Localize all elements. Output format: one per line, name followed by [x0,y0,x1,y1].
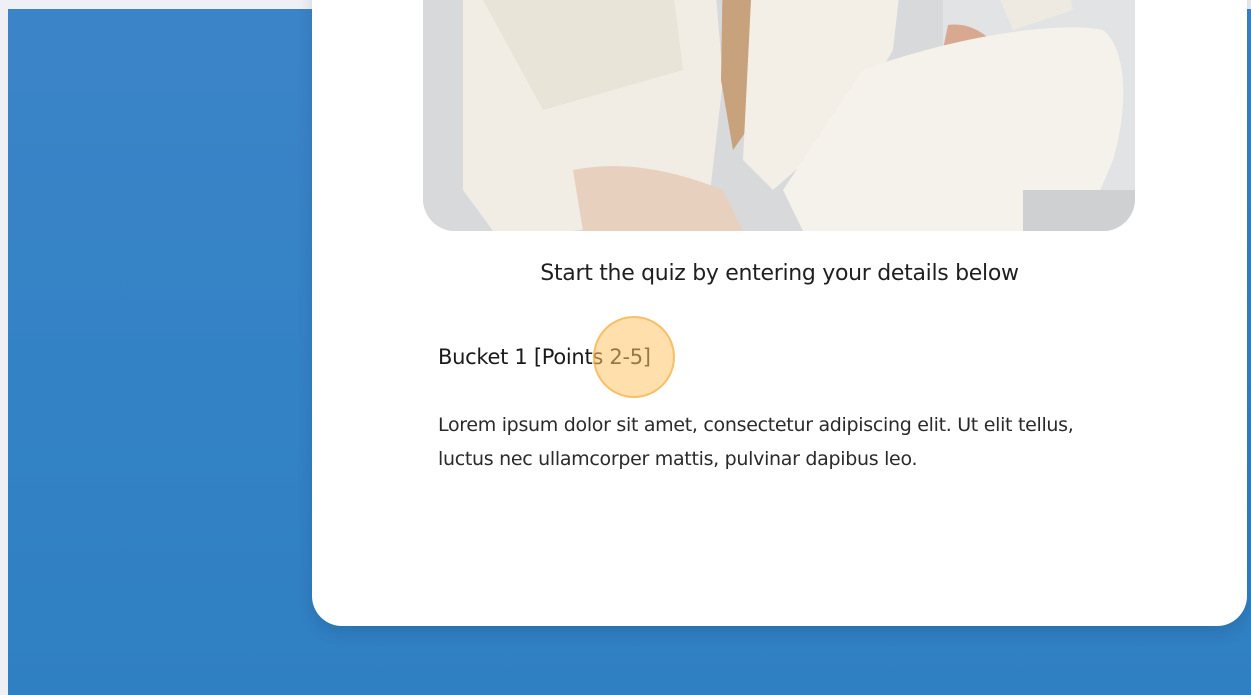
bucket-title: Bucket 1 [Points 2-5] [438,345,651,369]
bucket-description: Lorem ipsum dolor sit amet, consectetur … [438,414,1074,470]
hero-image [423,0,1135,231]
quiz-subtitle: Start the quiz by entering your details … [540,261,1019,286]
quiz-card: Start the quiz by entering your details … [312,0,1247,626]
